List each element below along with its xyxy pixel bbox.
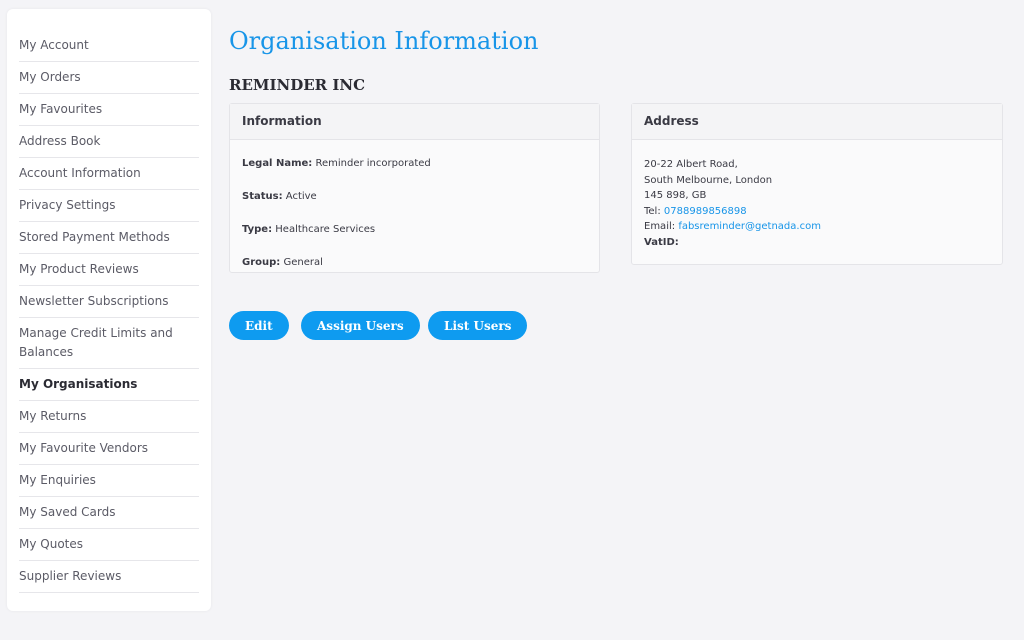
account-sidebar: My Account My Orders My Favourites Addre… — [7, 9, 211, 611]
information-card: Information Legal Name: Reminder incorpo… — [229, 103, 600, 273]
sidebar-item-my-favourite-vendors[interactable]: My Favourite Vendors — [19, 433, 199, 465]
email-link[interactable]: fabsreminder@getnada.com — [678, 221, 821, 232]
type-value: Healthcare Services — [275, 224, 376, 235]
sidebar-item-my-returns[interactable]: My Returns — [19, 401, 199, 433]
list-users-button[interactable]: List Users — [428, 311, 528, 340]
tel-label: Tel: — [644, 205, 661, 217]
address-card-header: Address — [632, 104, 1002, 140]
assign-users-button[interactable]: Assign Users — [301, 311, 420, 340]
sidebar-item-stored-payment-methods[interactable]: Stored Payment Methods — [19, 222, 199, 254]
status-value: Active — [285, 191, 317, 202]
vat-row: VatID: — [644, 235, 990, 251]
group-value: General — [283, 257, 323, 268]
sidebar-item-my-product-reviews[interactable]: My Product Reviews — [19, 254, 199, 286]
address-line-3: 145 898, GB — [644, 190, 707, 201]
sidebar-item-privacy-settings[interactable]: Privacy Settings — [19, 190, 199, 222]
type-label: Type: — [242, 224, 273, 235]
sidebar-item-account-information[interactable]: Account Information — [19, 158, 199, 190]
tel-row: Tel: 0788989856898 — [644, 204, 990, 220]
email-label: Email: — [644, 221, 676, 232]
address-line-2: South Melbourne, London — [644, 174, 773, 186]
page-title: Organisation Information — [229, 27, 539, 55]
sidebar-item-my-quotes[interactable]: My Quotes — [19, 529, 199, 561]
sidebar-item-my-favourites[interactable]: My Favourites — [19, 94, 199, 126]
sidebar-nav: My Account My Orders My Favourites Addre… — [19, 30, 199, 593]
status-row: Status: Active — [242, 190, 587, 218]
group-row: Group: General — [242, 256, 587, 284]
sidebar-item-my-enquiries[interactable]: My Enquiries — [19, 465, 199, 497]
tel-link[interactable]: 0788989856898 — [664, 206, 747, 217]
organisation-name: REMINDER INC — [229, 76, 366, 94]
information-card-header: Information — [230, 104, 599, 140]
sidebar-item-supplier-reviews[interactable]: Supplier Reviews — [19, 561, 199, 593]
address-card-body: 20-22 Albert Road, South Melbourne, Lond… — [632, 140, 1002, 262]
email-row: Email: fabsreminder@getnada.com — [644, 219, 990, 235]
status-label: Status: — [242, 191, 283, 202]
address-line-1: 20-22 Albert Road, — [644, 159, 738, 170]
sidebar-item-manage-credit-limits[interactable]: Manage Credit Limits and Balances — [19, 318, 199, 369]
group-label: Group: — [242, 257, 281, 268]
sidebar-item-my-account[interactable]: My Account — [19, 30, 199, 62]
legal-name-value: Reminder incorporated — [315, 158, 431, 169]
legal-name-label: Legal Name: — [242, 158, 313, 169]
sidebar-item-my-orders[interactable]: My Orders — [19, 62, 199, 94]
legal-name-row: Legal Name: Reminder incorporated — [242, 157, 587, 185]
vat-label: VatID: — [644, 236, 679, 248]
sidebar-item-address-book[interactable]: Address Book — [19, 126, 199, 158]
address-card: Address 20-22 Albert Road, South Melbour… — [631, 103, 1003, 265]
edit-button[interactable]: Edit — [229, 311, 289, 340]
sidebar-item-newsletter-subscriptions[interactable]: Newsletter Subscriptions — [19, 286, 199, 318]
type-row: Type: Healthcare Services — [242, 223, 587, 251]
sidebar-item-my-organisations[interactable]: My Organisations — [19, 369, 199, 401]
information-card-body: Legal Name: Reminder incorporated Status… — [230, 140, 599, 296]
sidebar-item-my-saved-cards[interactable]: My Saved Cards — [19, 497, 199, 529]
